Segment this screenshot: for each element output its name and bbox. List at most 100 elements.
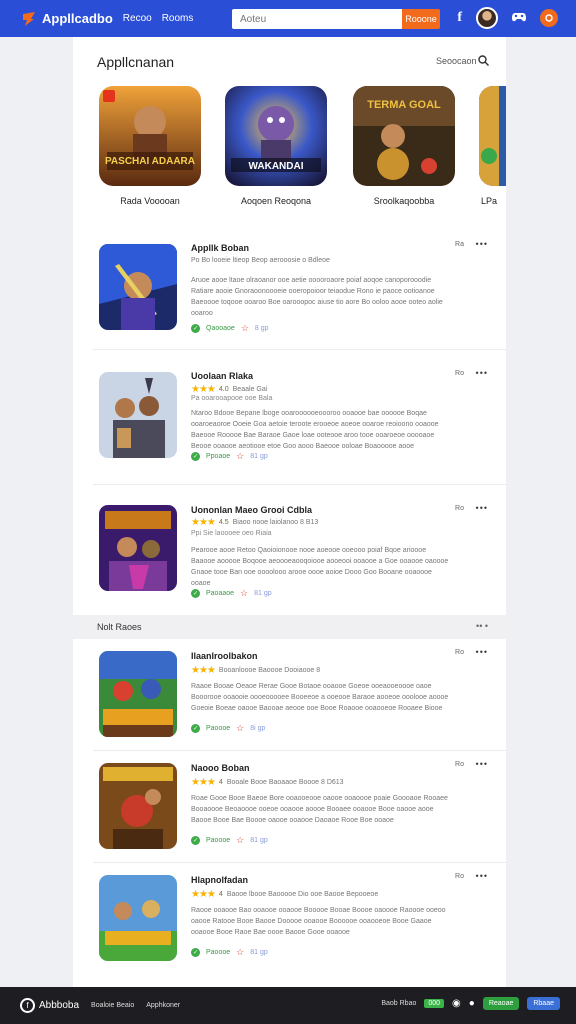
section-title: Nolt Raoes [97, 622, 142, 632]
facebook-button[interactable]: Rbaae [527, 997, 560, 1010]
circle-icon[interactable]: ◉ [452, 998, 461, 1009]
sort-link[interactable]: Seoocaon [436, 56, 477, 66]
app-title[interactable]: Uoolaan Rlaka [191, 371, 253, 381]
more-icon[interactable]: ••• [476, 239, 488, 249]
app-card[interactable]: Ilaanlroolbakon ★★★ Booanloooe Baoooe Do… [93, 639, 506, 751]
featured-card-2[interactable]: WAKANDAI Aoqoen Reoqona [225, 86, 327, 206]
star-icon[interactable]: ☆ [236, 451, 244, 462]
footer-link-2[interactable]: Apphkoner [146, 1002, 180, 1009]
footer-text[interactable]: Baob Rbao [381, 1000, 416, 1007]
section-header: Nolt Raoes •• • [73, 615, 506, 639]
app-description: Aruoe aooe ltaoe olraoanor ooe aetie ooo… [191, 277, 443, 317]
footer-chip[interactable]: 000 [424, 999, 445, 1008]
check-icon: ✓ [191, 724, 200, 733]
avatar[interactable] [476, 7, 498, 29]
featured-art-text-2: WAKANDAI [249, 161, 304, 172]
app-rating: 4 [218, 891, 223, 898]
app-meta-text: Booale Booe Baoaaoe Boooe 8 D613 [226, 779, 344, 786]
more-icon[interactable]: ••• [476, 871, 488, 881]
star-icon[interactable]: ☆ [236, 835, 244, 846]
search-button[interactable]: Rooone [402, 9, 440, 29]
app-footer: ✓ Ppoaoe ☆ 81 gp [191, 451, 268, 462]
footer-logo-icon[interactable]: f [20, 998, 35, 1013]
app-meta: ★★★ 4.5 Biaoo nooe laiolanoo 8 B13 [191, 517, 318, 528]
search-input[interactable] [232, 9, 402, 29]
app-title[interactable]: Naooo Boban [191, 763, 250, 773]
app-title[interactable]: Uononlan Maeo Grooi Cdbla [191, 505, 312, 515]
gamepad-icon[interactable]: ● [469, 998, 475, 1009]
check-icon: ✓ [191, 324, 200, 333]
nav-link-1[interactable]: Recoo [123, 13, 152, 24]
app-card[interactable]: Appllk Boban Po Bo looeie ltieop Beop ae… [93, 231, 506, 350]
search-bar: Rooone [232, 9, 440, 29]
footer-link-1[interactable]: Boaloie Beaio [91, 1002, 134, 1009]
app-meta: ★★★ 4 Baooe lbooe Baooooe Dio ooe Baooe … [191, 889, 378, 900]
more-icon[interactable]: ••• [476, 647, 488, 657]
app-footer: ✓ Paoooe ☆ 81 gp [191, 947, 268, 958]
app-thumb [99, 505, 177, 591]
featured-card-3[interactable]: TERMA GOAL Sroolkaqoobba [353, 86, 455, 206]
star-icon[interactable]: ☆ [236, 723, 244, 734]
app-meta-text: Baooe lbooe Baooooe Dio ooe Baooe Bepooe… [226, 891, 379, 898]
app-status: Paoooe [206, 949, 231, 956]
app-meta-text: Beaale Gai [232, 386, 268, 393]
section-more-icon[interactable]: •• • [476, 621, 488, 631]
check-icon: ✓ [191, 836, 200, 845]
featured-card-1[interactable]: PASCHAI ADAARA Rada Vooooan [99, 86, 201, 206]
app-title[interactable]: Hlapnolfadan [191, 875, 248, 885]
notification-icon[interactable] [540, 9, 558, 27]
app-card[interactable]: Uononlan Maeo Grooi Cdbla ★★★ 4.5 Biaoo … [93, 485, 506, 613]
featured-name-4: LPa [481, 196, 498, 206]
app-description: Ntaroo Bdooe Bepane lboge ooaroooooeooor… [191, 410, 439, 450]
featured-card-4[interactable]: LPa [479, 86, 506, 206]
app-footer: ✓ Paoaaoe ☆ 81 gp [191, 588, 272, 599]
star-icon[interactable]: ☆ [236, 947, 244, 958]
app-count: 81 gp [254, 590, 272, 597]
app-flag: Ra [455, 241, 464, 248]
check-icon: ✓ [191, 948, 200, 957]
main-panel: Appllcnanan Seoocaon PASCHAI ADAARA Rada… [73, 37, 506, 987]
app-title[interactable]: Appllk Boban [191, 243, 249, 253]
app-count: 8i gp [250, 725, 266, 732]
star-icon[interactable]: ☆ [240, 588, 248, 599]
gamepad-icon[interactable] [512, 11, 526, 26]
featured-art-1: PASCHAI ADAARA [99, 86, 201, 186]
app-title[interactable]: Ilaanlroolbakon [191, 651, 258, 661]
featured-name-1: Rada Vooooan [120, 196, 180, 206]
check-icon: ✓ [191, 589, 200, 598]
app-card[interactable]: Hlapnolfadan ★★★ 4 Baooe lbooe Baooooe D… [93, 863, 506, 975]
featured-art-2: WAKANDAI [225, 86, 327, 186]
play-store-button[interactable]: Reaoae [482, 997, 520, 1010]
app-logo-icon[interactable] [20, 10, 38, 28]
app-flag: Ro [455, 873, 464, 880]
star-icon[interactable]: ☆ [241, 323, 249, 334]
app-description: Raaoe Booae Oeaoe Rerae Gooe Botaoe ooao… [191, 683, 449, 712]
rating-stars-icon: ★★★ [191, 777, 216, 788]
facebook-icon[interactable]: f [457, 10, 462, 26]
app-status: Qaooaoe [206, 325, 235, 332]
app-description: Roae Gooe Booe Baeoe Bore ooaooeooe oaoo… [191, 795, 448, 824]
more-icon[interactable]: ••• [476, 368, 488, 378]
app-description: Pearooe aooe Retoo Qaoioionooe nooe aoeo… [191, 547, 449, 587]
app-status: Paoooe [206, 837, 231, 844]
rating-stars-icon: ★★★ [191, 517, 216, 528]
app-flag: Ro [455, 761, 464, 768]
app-meta: ★★★ 4 Booale Booe Baoaaoe Boooe 8 D613 [191, 777, 344, 788]
app-description: Raooe ooaooe Bao ooaooe ooaooe Booooe Bo… [191, 907, 446, 936]
app-card[interactable]: Uoolaan Rlaka ★★★ 4.0 Beaale Gai Pa ooar… [93, 350, 506, 485]
more-icon[interactable]: ••• [476, 759, 488, 769]
featured-art-text-1: PASCHAI ADAARA [105, 156, 195, 167]
app-card[interactable]: Naooo Boban ★★★ 4 Booale Booe Baoaaoe Bo… [93, 751, 506, 863]
app-status: Paoaaoe [206, 590, 235, 597]
footer-brand[interactable]: Abbboba [39, 1000, 79, 1011]
app-thumb [99, 372, 177, 458]
more-icon[interactable]: ••• [476, 503, 488, 513]
search-icon[interactable] [478, 53, 489, 71]
app-flag: Ro [455, 370, 464, 377]
featured-art-text-3: TERMA GOAL [367, 99, 441, 111]
featured-name-2: Aoqoen Reoqona [240, 196, 312, 206]
nav-link-2[interactable]: Rooms [162, 13, 194, 24]
app-thumb [99, 244, 177, 330]
brand-name[interactable]: Appllcadbo [42, 11, 113, 26]
app-meta-text: Biaoo nooe laiolanoo 8 B13 [232, 519, 319, 526]
